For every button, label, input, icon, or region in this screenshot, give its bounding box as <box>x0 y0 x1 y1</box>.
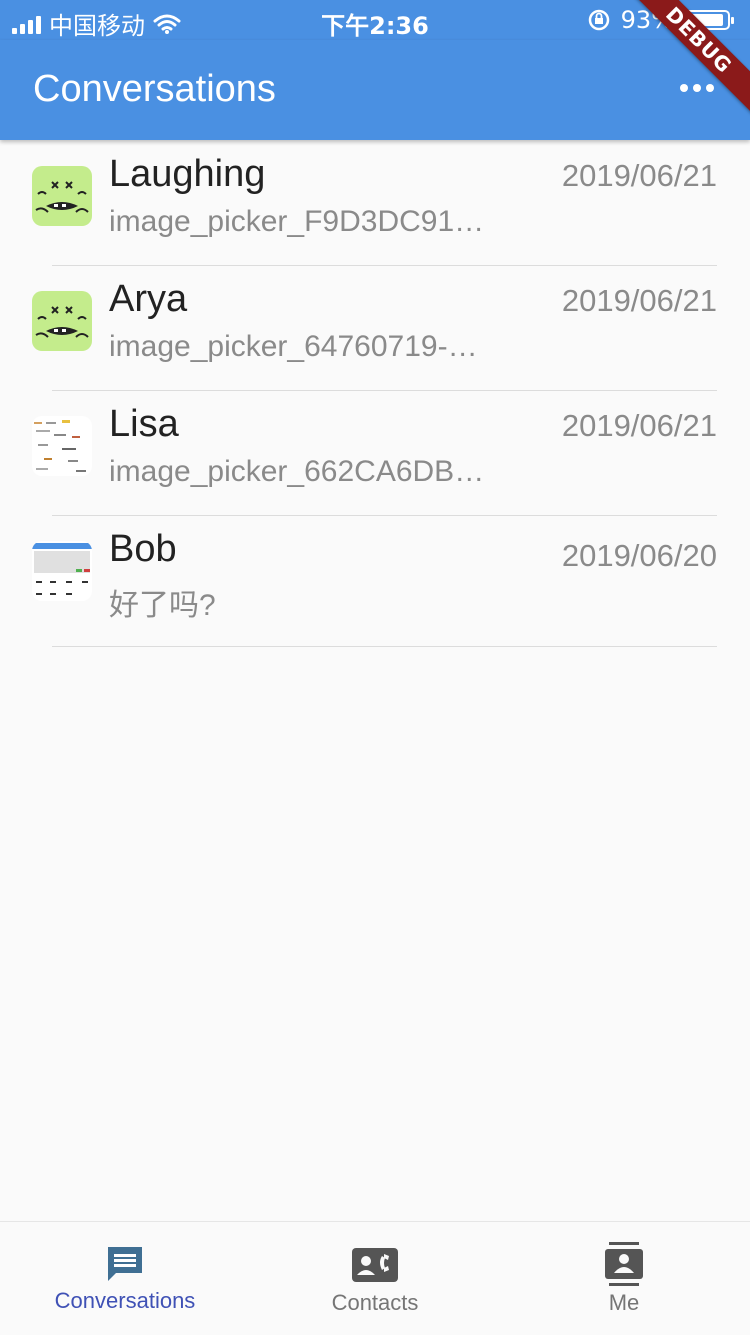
app-bar: Conversations <box>0 40 750 140</box>
chat-icon <box>108 1247 142 1281</box>
message-date: 2019/06/21 <box>561 283 717 318</box>
conversation-row[interactable]: Arya image_picker_64760719-… 2019/06/21 <box>32 266 717 391</box>
avatar <box>32 416 92 476</box>
cartoon-face-icon <box>32 166 92 226</box>
last-message: 好了吗? <box>109 589 216 622</box>
bottom-tab-bar: Conversations Contacts Me <box>0 1221 750 1335</box>
status-bar: 中国移动 下午2:36 93% <box>0 0 750 40</box>
contact-name: Laughing <box>109 153 266 195</box>
rotation-lock-icon <box>588 9 609 31</box>
tab-label: Contacts <box>331 1290 419 1315</box>
screenshot-thumbnail-icon <box>32 416 92 476</box>
screenshot-thumbnail-icon <box>32 541 92 601</box>
conversation-row[interactable]: Laughing image_picker_F9D3DC91… 2019/06/… <box>32 141 717 266</box>
contacts-icon <box>352 1248 398 1282</box>
message-date: 2019/06/21 <box>561 408 717 443</box>
conversation-list: Laughing image_picker_F9D3DC91… 2019/06/… <box>0 141 750 647</box>
last-message: image_picker_64760719-… <box>109 330 478 363</box>
conversation-row[interactable]: Lisa image_picker_662CA6DB… 2019/06/21 <box>32 391 717 516</box>
tab-contacts[interactable]: Contacts <box>250 1222 500 1335</box>
cartoon-face-icon <box>32 291 92 351</box>
contact-name: Bob <box>109 528 177 570</box>
last-message: image_picker_F9D3DC91… <box>109 205 485 238</box>
avatar <box>32 166 92 226</box>
avatar <box>32 291 92 351</box>
tab-label: Conversations <box>54 1288 196 1313</box>
message-date: 2019/06/21 <box>561 158 717 193</box>
profile-icon <box>605 1242 643 1286</box>
avatar <box>32 541 92 601</box>
contact-name: Arya <box>109 278 188 320</box>
message-date: 2019/06/20 <box>561 538 717 573</box>
tab-label: Me <box>608 1290 640 1315</box>
last-message: image_picker_662CA6DB… <box>109 455 485 488</box>
conversation-row[interactable]: Bob 好了吗? 2019/06/20 <box>32 516 717 647</box>
tab-me[interactable]: Me <box>499 1222 749 1335</box>
tab-conversations[interactable]: Conversations <box>0 1222 250 1335</box>
page-title: Conversations <box>33 68 276 110</box>
more-icon[interactable] <box>680 84 714 92</box>
contact-name: Lisa <box>109 403 179 445</box>
